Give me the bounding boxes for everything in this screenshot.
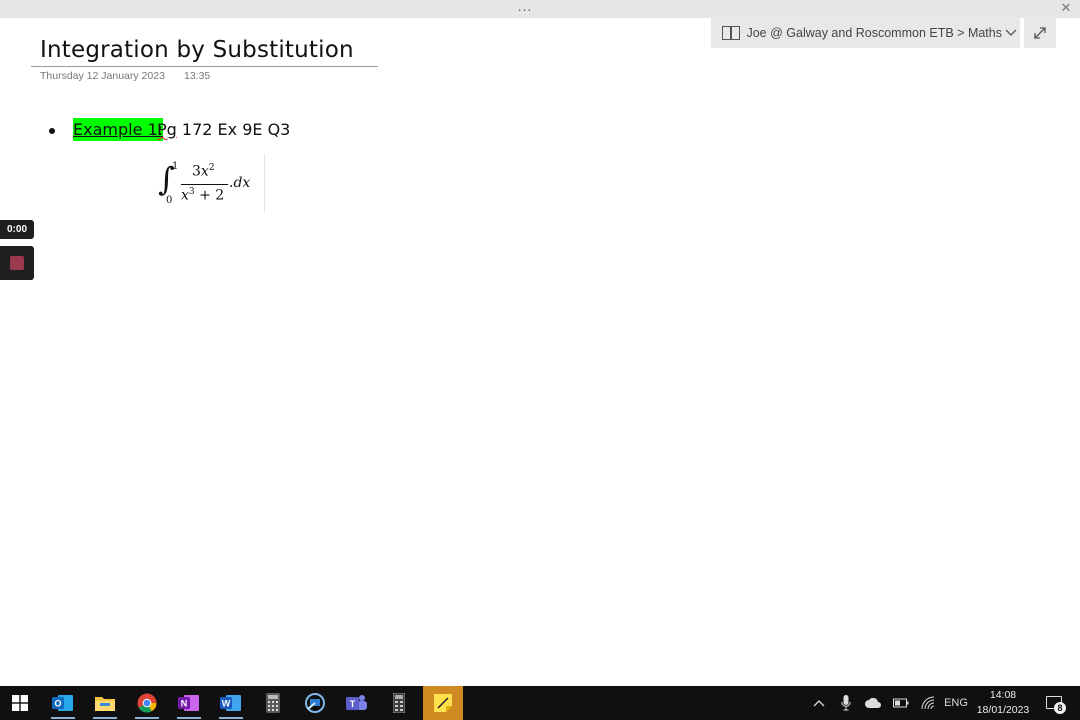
chevron-down-icon[interactable] [1002, 17, 1020, 48]
fullscreen-expand-button[interactable] [1024, 17, 1056, 48]
notebook-breadcrumb-text: Joe @ Galway and Roscommon ETB > Maths [746, 25, 1002, 40]
svg-text:O: O [54, 699, 61, 709]
expand-icon [1034, 26, 1046, 39]
close-button[interactable]: ✕ [1058, 1, 1074, 17]
stop-icon [10, 256, 24, 270]
window-grip-handle[interactable]: ... [512, 1, 538, 15]
reference-prefix: Pg [157, 120, 177, 139]
chevron-up-icon [813, 700, 825, 707]
taskbar-remote-desktop[interactable] [295, 686, 335, 720]
exercise-reference[interactable]: Pg 172 Ex 9E Q3 [157, 118, 290, 141]
taskbar-sticky-notes[interactable] [423, 686, 463, 720]
svg-text:T: T [350, 699, 356, 709]
reference-rest: 172 Ex 9E Q3 [176, 120, 291, 139]
fraction-denominator: x3 + 2 [181, 187, 225, 204]
math-container-border [264, 154, 265, 212]
bullet-point [49, 128, 55, 134]
svg-text:N: N [181, 699, 188, 709]
calculator-icon [393, 693, 405, 713]
fraction-numerator: 3x2 [192, 163, 215, 180]
clock-date: 18/01/2023 [976, 704, 1030, 716]
page-date: Thursday 12 January 2023 [40, 70, 165, 82]
network-status[interactable] [918, 686, 940, 720]
input-language[interactable]: ENG [942, 686, 970, 720]
clock-time: 14:08 [989, 689, 1017, 701]
fraction-bar [181, 184, 228, 185]
microphone-icon [841, 695, 851, 711]
system-clock[interactable]: 14:08 18/01/2023 [972, 688, 1034, 718]
page-time: 13:35 [184, 70, 211, 82]
chrome-icon [137, 693, 157, 713]
sticky-notes-icon [434, 694, 452, 712]
folder-icon [95, 697, 115, 711]
taskbar-outlook[interactable]: O [43, 686, 83, 720]
notebook-icon [722, 25, 740, 40]
window-top-bar: ... ✕ [0, 0, 1080, 18]
lower-limit: 0 [166, 195, 173, 206]
calculator-icon [266, 693, 280, 713]
onenote-icon: N [178, 695, 199, 711]
taskbar: O N W T ENG 14:08 18/01/2023 8 [0, 686, 1080, 720]
show-hidden-icons-button[interactable] [810, 686, 828, 720]
taskbar-teams[interactable]: T [337, 686, 377, 720]
taskbar-file-explorer[interactable] [85, 686, 125, 720]
stop-recording-button[interactable] [0, 246, 34, 280]
teams-icon: T [346, 695, 367, 710]
upper-limit: 1 [172, 161, 179, 172]
taskbar-word[interactable]: W [211, 686, 251, 720]
svg-text:W: W [222, 699, 231, 709]
differential: .dx [229, 175, 251, 191]
battery-status[interactable] [890, 686, 912, 720]
notification-count-badge: 8 [1054, 702, 1066, 714]
microphone-status[interactable] [836, 686, 856, 720]
taskbar-chrome[interactable] [127, 686, 167, 720]
title-divider [31, 66, 378, 67]
windows-icon [12, 695, 28, 711]
wifi-icon [921, 696, 935, 710]
onedrive-status[interactable] [862, 686, 884, 720]
outlook-icon: O [52, 695, 73, 711]
notification-center-button[interactable]: 8 [1040, 686, 1076, 720]
taskbar-onenote[interactable]: N [169, 686, 209, 720]
battery-icon [893, 698, 909, 708]
notebook-breadcrumb[interactable]: Joe @ Galway and Roscommon ETB > Maths [711, 17, 1020, 48]
start-button[interactable] [0, 686, 40, 720]
taskbar-calculator-2[interactable] [379, 686, 419, 720]
page-title[interactable]: Integration by Substitution [40, 34, 354, 68]
math-equation[interactable]: ∫ 1 0 3x2 x3 + 2 .dx [156, 155, 264, 211]
word-icon: W [220, 695, 241, 711]
taskbar-calculator[interactable] [253, 686, 293, 720]
cloud-icon [865, 698, 881, 708]
recording-timer: 0:00 [0, 220, 34, 239]
remote-desktop-icon [305, 693, 325, 713]
example-label-highlighted[interactable]: Example 1: [73, 118, 164, 141]
